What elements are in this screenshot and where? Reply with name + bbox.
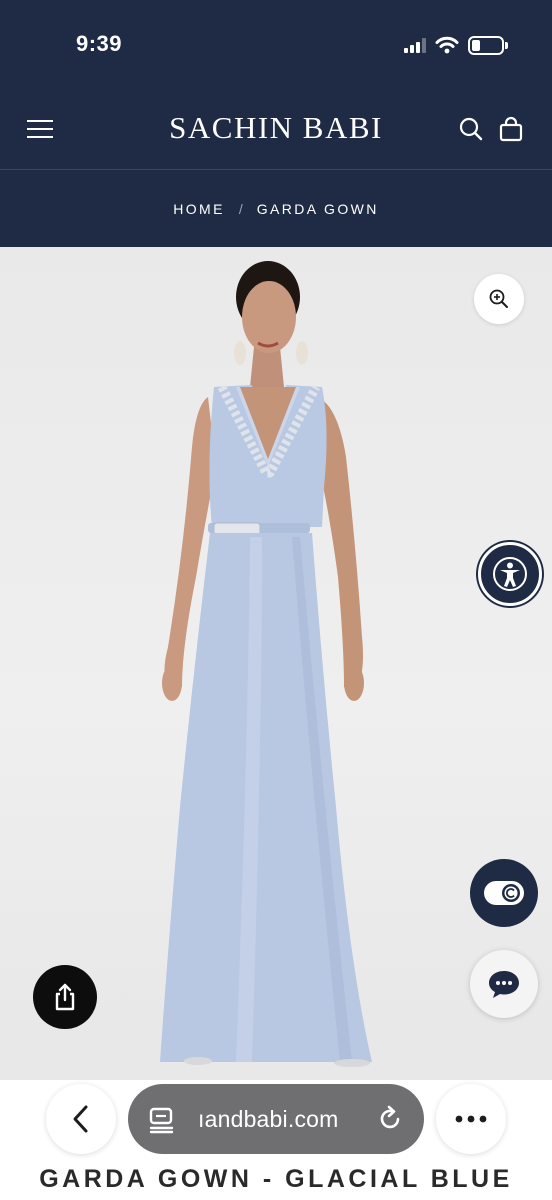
chat-button[interactable] [470,950,538,1018]
back-button[interactable] [46,1084,116,1154]
share-button[interactable] [33,965,97,1029]
zoom-in-icon [489,289,508,308]
breadcrumb-home[interactable]: HOME [173,201,225,217]
more-dots-icon [455,1115,487,1123]
product-photo [160,261,372,1067]
accessibility-icon [493,557,527,591]
cookie-consent-button[interactable] [470,859,538,927]
breadcrumb: HOME / GARDA GOWN [0,170,552,247]
breadcrumb-current: GARDA GOWN [256,200,379,217]
wifi-icon [435,36,459,54]
url-text: ıandbabi.com [198,1106,339,1132]
product-image-gallery[interactable] [0,247,552,1080]
chevron-left-icon [73,1105,88,1133]
share-icon [55,983,75,1011]
shopping-bag-icon[interactable] [496,114,526,144]
accessibility-button[interactable] [478,542,542,606]
reload-icon[interactable] [376,1105,404,1133]
nav-bar: SACHIN BABI [0,90,552,170]
browser-toolbar: ıandbabi.com [0,1080,552,1160]
cellular-signal-icon [404,37,426,53]
product-title: GARDA GOWN - GLACIAL BLUE [39,1165,513,1193]
battery-icon [468,35,508,55]
zoom-in-button[interactable] [474,274,524,324]
search-icon[interactable] [456,114,486,144]
reader-mode-icon[interactable] [148,1106,176,1134]
toggle-copyright-icon [484,881,524,905]
breadcrumb-separator: / [238,200,243,217]
status-icons [404,34,508,56]
chat-bubble-icon [489,971,519,998]
more-options-button[interactable] [436,1084,506,1154]
status-time: 9:39 [76,31,123,56]
address-bar[interactable]: ıandbabi.com [128,1084,424,1154]
site-header: 9:39 SACHIN BABI HOME / GARDA GOWN [0,0,552,247]
status-bar: 9:39 [0,0,552,90]
